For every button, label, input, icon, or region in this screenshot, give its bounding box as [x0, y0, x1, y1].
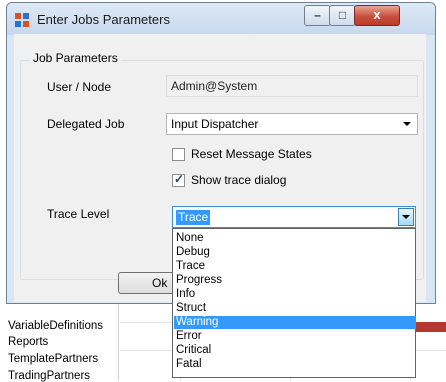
dropdown-option-error[interactable]: Error [174, 330, 416, 343]
delegated-job-combo[interactable]: Input Dispatcher [166, 113, 418, 135]
reset-message-states-checkbox[interactable] [172, 148, 185, 161]
minimize-button[interactable]: – [304, 5, 331, 26]
background-tree-list: VariableDefinitions Reports TemplatePart… [0, 300, 119, 382]
list-item[interactable]: TemplatePartners [8, 353, 98, 365]
dropdown-option-info[interactable]: Info [174, 288, 416, 301]
dropdown-option-critical[interactable]: Critical [174, 344, 416, 357]
dropdown-option-progress[interactable]: Progress [174, 274, 416, 287]
delegated-job-value: Input Dispatcher [171, 117, 259, 131]
list-item[interactable]: Reports [8, 336, 48, 348]
dropdown-button[interactable] [398, 208, 414, 226]
groupbox-legend: Job Parameters [30, 51, 121, 65]
chevron-down-icon [402, 215, 410, 219]
user-node-label: User / Node [47, 80, 112, 94]
list-item[interactable]: TradingPartners [8, 370, 90, 382]
dropdown-option-trace[interactable]: Trace [174, 260, 416, 273]
dropdown-option-warning[interactable]: Warning [174, 316, 416, 329]
maximize-icon: □ [338, 8, 347, 22]
show-trace-dialog-label[interactable]: Show trace dialog [191, 173, 286, 187]
dropdown-option-struct[interactable]: Struct [174, 302, 416, 315]
trace-level-dropdown-list: None Debug Trace Progress Info Struct Wa… [172, 228, 416, 378]
minimize-icon: – [314, 8, 321, 22]
dropdown-option-none[interactable]: None [174, 232, 416, 245]
window-title: Enter Jobs Parameters [37, 12, 170, 27]
trace-level-combo[interactable]: Trace [172, 206, 416, 228]
show-trace-dialog-checkbox[interactable]: ✓ [172, 172, 185, 187]
close-icon: x [373, 7, 381, 22]
trace-level-label: Trace Level [47, 207, 110, 221]
checkmark-icon: ✓ [174, 172, 185, 186]
user-node-field: Admin@System [166, 75, 418, 97]
list-item[interactable]: VariableDefinitions [8, 320, 103, 332]
title-bar[interactable]: Enter Jobs Parameters – □ x [7, 3, 435, 35]
trace-level-value: Trace [176, 210, 211, 225]
reset-message-states-label[interactable]: Reset Message States [191, 147, 312, 161]
dropdown-option-fatal[interactable]: Fatal [174, 358, 416, 371]
dropdown-option-debug[interactable]: Debug [174, 246, 416, 259]
ok-button-label: Ok [152, 276, 168, 290]
chevron-down-icon [403, 122, 411, 126]
maximize-button[interactable]: □ [329, 5, 356, 26]
close-button[interactable]: x [354, 5, 400, 26]
delegated-job-label: Delegated Job [47, 117, 125, 131]
app-icon [15, 13, 29, 27]
